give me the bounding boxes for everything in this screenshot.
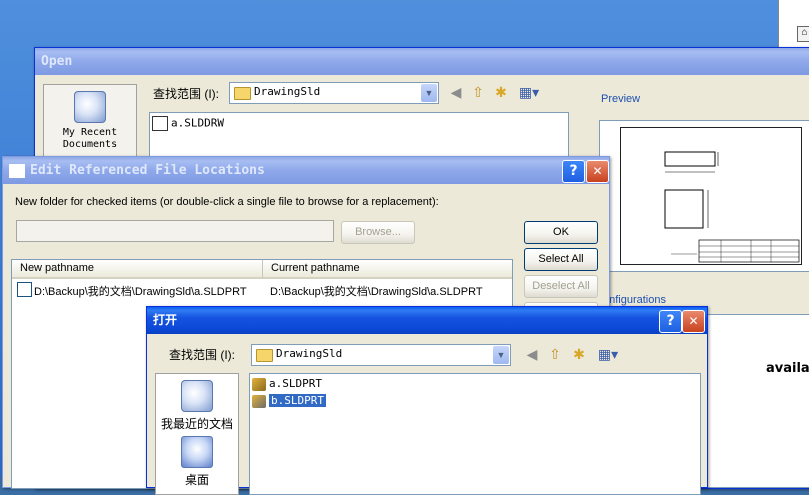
up-folder-icon[interactable]: ⇧ (546, 346, 564, 364)
folder-icon (234, 87, 251, 100)
chevron-down-icon[interactable]: ▼ (421, 84, 437, 102)
part-file-icon (252, 377, 266, 391)
column-header-current[interactable]: Current pathname (263, 260, 512, 279)
recent-documents-icon (74, 91, 106, 123)
close-button[interactable]: ✕ (586, 160, 609, 183)
instruction-text: New folder for checked items (or double-… (15, 196, 439, 208)
preview-image (620, 127, 802, 265)
list-item[interactable]: a.SLDDRW (152, 116, 224, 131)
browse-button[interactable]: Browse... (341, 221, 415, 244)
preview-label: Preview (601, 93, 641, 105)
open-places-bar: My Recent Documents (43, 84, 137, 166)
back-icon[interactable]: ◀ (447, 84, 465, 102)
view-menu-icon[interactable]: ▦▾ (516, 84, 542, 102)
cn-dialog-title: 打开 (153, 313, 178, 327)
configurations-text: availab (766, 361, 809, 376)
look-in-label: 查找范围 (I): (153, 87, 219, 101)
help-button[interactable]: ? (659, 310, 682, 333)
deselect-all-button[interactable]: Deselect All (524, 275, 598, 298)
place-label: 桌面 (184, 473, 209, 487)
back-icon[interactable]: ◀ (523, 346, 541, 364)
place-recent-documents[interactable]: 我最近的文档 (156, 380, 238, 432)
edit-dialog-title: Edit Referenced File Locations (30, 163, 265, 178)
open-dialog-title: Open (41, 54, 73, 69)
cn-open-dialog: 打开 ? ✕ 查找范围 (I): DrawingSld ▼ ◀ ⇧ ✱ ▦▾ 我… (146, 306, 708, 495)
folder-icon (256, 349, 273, 362)
place-desktop[interactable]: 桌面 (156, 436, 238, 488)
part-file-icon (252, 394, 266, 408)
view-menu-icon[interactable]: ▦▾ (595, 346, 621, 364)
list-item-selected[interactable]: b.SLDPRT (252, 393, 327, 408)
up-folder-icon[interactable]: ⇧ (469, 84, 487, 102)
file-name: a.SLDPRT (269, 377, 322, 390)
look-in-combo[interactable]: DrawingSld ▼ (229, 82, 439, 104)
help-button[interactable]: ? (562, 160, 585, 183)
drawing-preview-svg (664, 151, 800, 263)
place-my-recent-documents[interactable]: My Recent Documents (50, 91, 130, 151)
new-folder-input[interactable] (16, 220, 334, 242)
look-in-label: 查找范围 (I): (169, 348, 235, 362)
ok-button[interactable]: OK (524, 221, 598, 244)
select-all-button[interactable]: Select All (524, 248, 598, 271)
column-header-new[interactable]: New pathname (12, 260, 263, 279)
close-button[interactable]: ✕ (682, 310, 705, 333)
background-window: ⌂ (778, 0, 809, 48)
file-name: a.SLDDRW (171, 116, 224, 130)
header-label: New pathname (20, 262, 94, 274)
drawing-file-icon (152, 116, 168, 131)
preview-frame (599, 120, 809, 272)
place-label: My Recent Documents (62, 127, 118, 150)
home-icon[interactable]: ⌂ (797, 26, 809, 42)
file-name: b.SLDPRT (268, 393, 327, 408)
new-folder-icon[interactable]: ✱ (492, 84, 510, 102)
header-label: Current pathname (271, 262, 360, 274)
configurations-label: onfigurations (603, 294, 666, 306)
cn-dialog-titlebar[interactable]: 打开 (147, 307, 707, 334)
row-checkbox[interactable] (17, 282, 32, 297)
row-current-path: D:\Backup\我的文档\DrawingSld\a.SLDPRT (270, 286, 483, 298)
place-label: 我最近的文档 (160, 417, 233, 431)
new-folder-icon[interactable]: ✱ (570, 346, 588, 364)
chevron-down-icon[interactable]: ▼ (493, 346, 509, 364)
list-item[interactable]: a.SLDPRT (252, 376, 322, 391)
desktop-icon (181, 436, 213, 468)
recent-documents-icon (181, 380, 213, 412)
app-icon (9, 163, 25, 178)
edit-dialog-titlebar[interactable]: Edit Referenced File Locations (3, 157, 609, 184)
row-new-path: D:\Backup\我的文档\DrawingSld\a.SLDPRT (34, 286, 247, 298)
look-in-combo[interactable]: DrawingSld ▼ (251, 344, 511, 366)
table-row[interactable]: D:\Backup\我的文档\DrawingSld\a.SLDPRT D:\Ba… (12, 280, 512, 298)
look-in-value: DrawingSld (276, 347, 343, 360)
open-dialog-titlebar[interactable]: Open (35, 48, 809, 75)
look-in-value: DrawingSld (254, 85, 321, 98)
